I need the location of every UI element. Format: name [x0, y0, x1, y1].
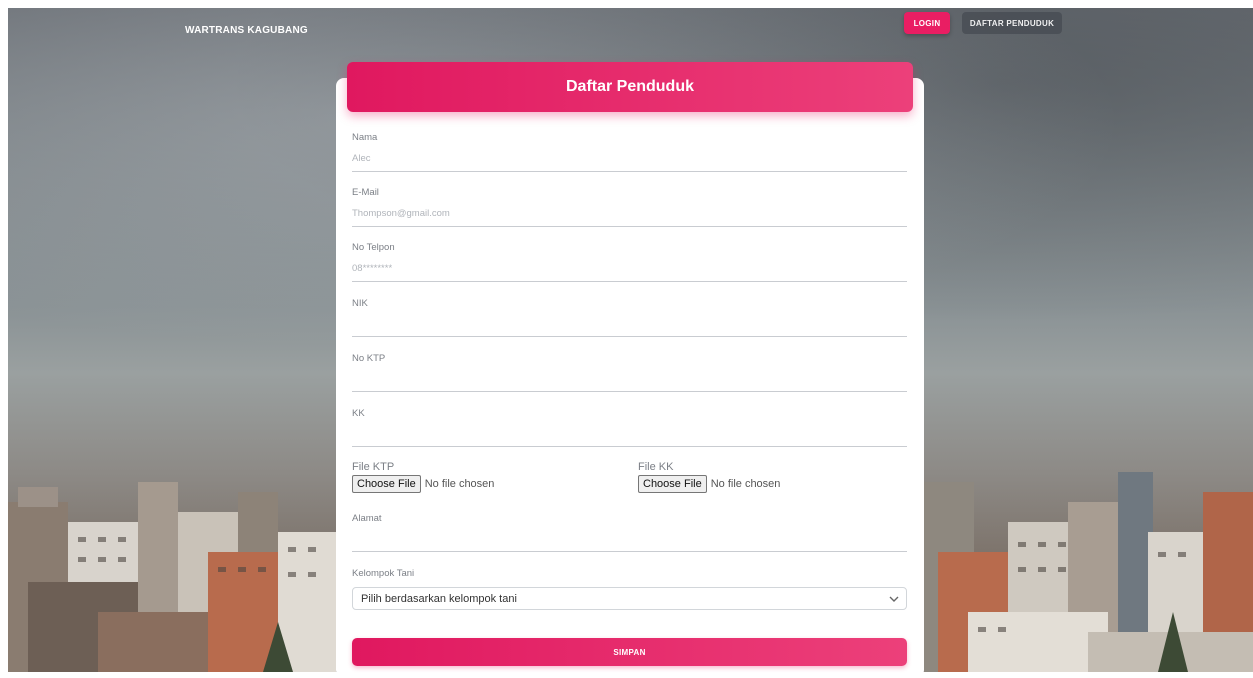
ktp-underline — [352, 391, 907, 392]
telpon-underline — [352, 281, 907, 282]
nik-label: NIK — [352, 298, 368, 309]
chevron-down-icon — [889, 596, 899, 602]
kelompok-tani-select[interactable]: Pilih berdasarkan kelompok tani — [352, 587, 907, 610]
ktp-label: No KTP — [352, 353, 386, 364]
file-ktp-choose-button[interactable]: Choose File — [352, 475, 421, 493]
alamat-label: Alamat — [352, 513, 382, 524]
email-input[interactable]: Thompson@gmail.com — [352, 208, 907, 220]
kelompok-tani-label: Kelompok Tani — [352, 568, 415, 579]
alamat-input[interactable] — [352, 534, 907, 546]
email-underline — [352, 226, 907, 227]
ktp-input[interactable] — [352, 374, 907, 386]
kk-input[interactable] — [352, 429, 907, 441]
nama-label: Nama — [352, 132, 378, 143]
file-kk-label: File KK — [638, 461, 674, 473]
file-ktp-block: File KTP Choose File No file chosen — [352, 461, 494, 493]
nik-underline — [352, 336, 907, 337]
alamat-field[interactable]: Alamat — [352, 513, 907, 552]
kk-field[interactable]: KK — [352, 408, 907, 447]
login-button[interactable]: LOGIN — [904, 12, 950, 34]
ktp-field[interactable]: No KTP — [352, 353, 907, 392]
form-title: Daftar Penduduk — [347, 62, 913, 112]
alamat-underline — [352, 551, 907, 552]
telpon-label: No Telpon — [352, 242, 395, 253]
file-ktp-label: File KTP — [352, 461, 395, 473]
file-kk-block: File KK Choose File No file chosen — [638, 461, 780, 493]
email-label: E-Mail — [352, 187, 379, 198]
nama-underline — [352, 171, 907, 172]
simpan-button[interactable]: SIMPAN — [352, 638, 907, 666]
email-field[interactable]: E-Mail Thompson@gmail.com — [352, 187, 907, 227]
nama-input[interactable]: Alec — [352, 153, 907, 165]
file-kk-choose-button[interactable]: Choose File — [638, 475, 707, 493]
kelompok-tani-field: Kelompok Tani — [352, 568, 907, 579]
brand-title[interactable]: WARTRANS KAGUBANG — [185, 25, 308, 36]
file-ktp-status: No file chosen — [424, 478, 495, 490]
telpon-input[interactable]: 08******** — [352, 263, 907, 275]
nama-field[interactable]: Nama Alec — [352, 132, 907, 172]
nik-input[interactable] — [352, 319, 907, 331]
nik-field[interactable]: NIK — [352, 298, 907, 337]
kk-underline — [352, 446, 907, 447]
file-kk-status: No file chosen — [710, 478, 781, 490]
register-button[interactable]: DAFTAR PENDUDUK — [962, 12, 1062, 34]
navbar: WARTRANS KAGUBANG — [8, 8, 1253, 48]
kelompok-tani-selected: Pilih berdasarkan kelompok tani — [361, 592, 517, 605]
kk-label: KK — [352, 408, 365, 419]
telpon-field[interactable]: No Telpon 08******** — [352, 242, 907, 282]
